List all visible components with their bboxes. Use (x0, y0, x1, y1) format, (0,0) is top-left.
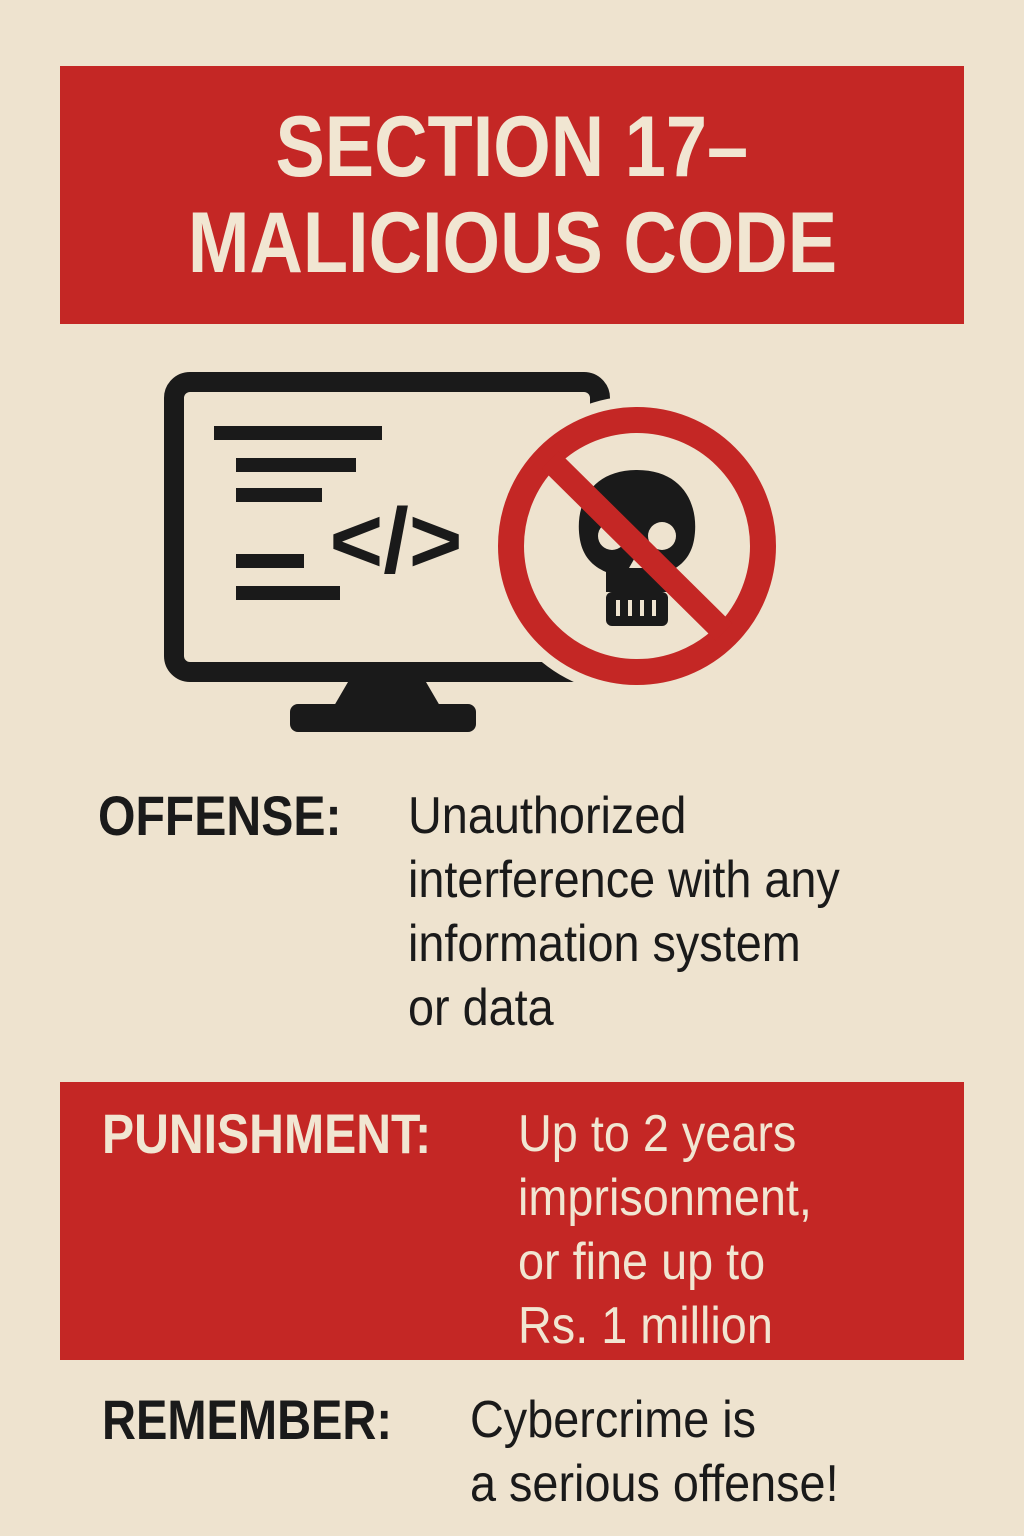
no-skull-prohibition-icon (487, 396, 787, 696)
remember-line: Cybercrime is (470, 1391, 757, 1449)
punishment-line: or fine up to (518, 1233, 766, 1291)
offense-line: or data (408, 979, 554, 1037)
remember-label: REMEMBER: (102, 1388, 393, 1451)
punishment-line: imprisonment, (518, 1169, 812, 1227)
title-banner: SECTION 17– MALICIOUS CODE (60, 66, 964, 324)
title-line-1: SECTION 17– (275, 99, 749, 195)
punishment-description: Up to 2 years imprisonment, or fine up t… (518, 1102, 812, 1358)
code-glyph: </> (329, 490, 462, 592)
title-line-2: MALICIOUS CODE (187, 195, 837, 291)
remember-description: Cybercrime is a serious offense! (470, 1388, 839, 1516)
remember-line: a serious offense! (470, 1455, 839, 1513)
punishment-label: PUNISHMENT: (102, 1102, 432, 1165)
malicious-code-illustration: </> (164, 372, 787, 732)
punishment-line: Up to 2 years (518, 1105, 797, 1163)
offense-line: information system (408, 915, 801, 973)
offense-line: interference with any (408, 851, 840, 909)
offense-description: Unauthorized interference with any infor… (408, 784, 840, 1040)
punishment-banner: PUNISHMENT: Up to 2 years imprisonment, … (60, 1082, 964, 1360)
offense-line: Unauthorized (408, 787, 687, 845)
punishment-line: Rs. 1 million (518, 1297, 773, 1355)
offense-label: OFFENSE: (98, 784, 342, 847)
